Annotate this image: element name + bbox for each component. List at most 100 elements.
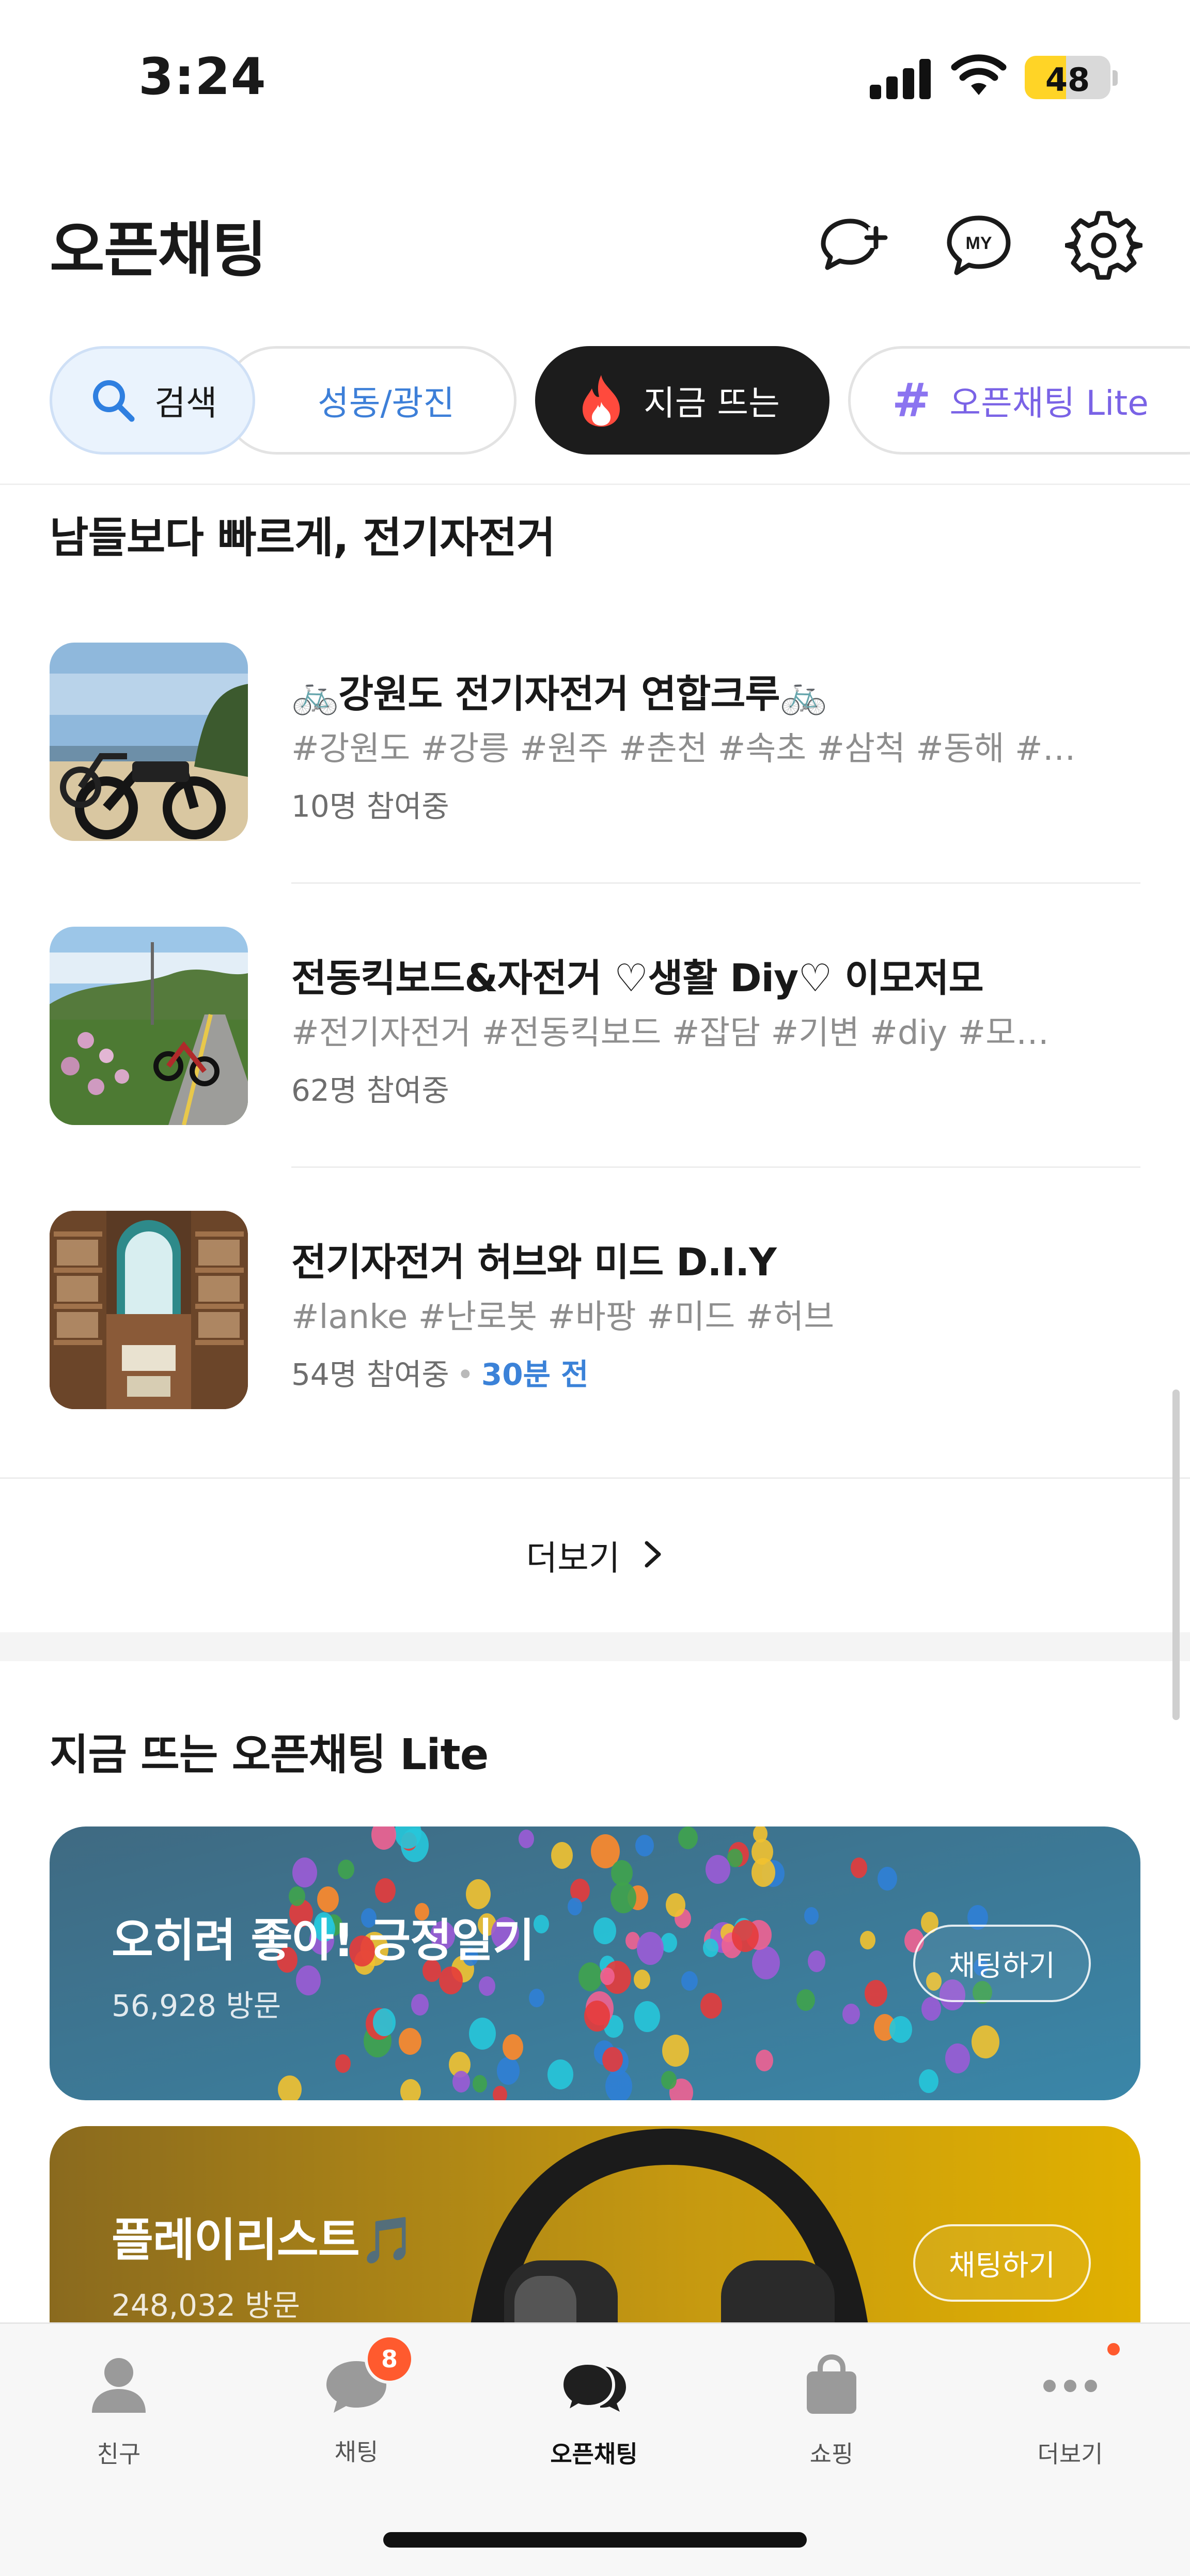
lite-card-visits: 56,928 방문 [112,1988,281,2023]
chip-search-label: 검색 [154,383,217,423]
chip-lite-label: 오픈채팅 Lite [949,383,1149,423]
balloon-decoration [700,1993,722,2019]
search-icon [93,380,135,422]
balloon-decoration [752,1946,780,1979]
balloon-decoration [534,1915,549,1933]
balloon-decoration [634,1970,650,1989]
new-openchat-icon[interactable] [813,207,890,284]
balloon-decoration [637,1932,664,1965]
balloon-decoration [860,1931,875,1949]
room-thumbnail [50,1211,248,1409]
fire-icon [583,375,620,427]
chip-search[interactable]: 검색 [50,346,255,455]
balloon-decoration [878,1867,897,1891]
room-thumbnail [50,927,248,1125]
room-tags: #전기자전거 #전동킥보드 #잡담 #기변 #diy #모… [291,1014,1049,1052]
balloon-decoration [661,2071,677,2089]
battery-icon: 48 [1025,56,1110,99]
balloon-decoration [756,2050,773,2071]
room-name: 🚲강원도 전기자전거 연합크루🚲 [291,672,827,716]
balloon-decoration [497,2057,520,2085]
tab-label: 쇼핑 [809,2440,854,2468]
balloon-decoration [662,2035,689,2067]
home-indicator[interactable] [383,2532,807,2548]
room-item[interactable]: 🚲강원도 전기자전거 연합크루🚲 #강원도 #강릉 #원주 #춘천 #속초 #삼… [50,643,1140,844]
svg-text:MY: MY [966,233,992,253]
room-thumbnail [50,643,248,841]
balloon-decoration [751,1858,775,1887]
balloon-decoration [292,1857,317,1887]
balloon-decoration [296,1965,321,1995]
lite-card-visits: 248,032 방문 [112,2288,301,2323]
battery-level: 48 [1045,61,1090,99]
balloon-decoration [551,1842,573,1869]
balloon-decoration [373,2008,396,2036]
balloon-decoration [851,1857,867,1878]
balloon-decoration [469,2018,496,2050]
balloon-decoration [568,1898,582,1915]
tab-friends[interactable]: 친구 [41,2349,196,2504]
balloon-decoration [375,1878,396,1903]
chip-region[interactable]: 성동/광진 [222,346,516,455]
lite-card-title: 오히려 좋아! 긍정일기 [112,1914,535,1967]
status-bar: 3:24 48 [0,0,1190,155]
balloon-decoration [602,2047,623,2072]
tab-openchat[interactable]: 오픈채팅 [516,2349,671,2504]
balloon-decoration [919,2069,938,2093]
balloon-decoration [439,1966,463,1994]
lite-card-title: 플레이리스트🎵 [112,2213,416,2267]
openchat-bubbles-icon [560,2361,626,2415]
tab-chats[interactable]: 8 채팅 [279,2334,434,2504]
chip-region-label: 성동/광진 [318,383,455,423]
balloon-decoration [635,1835,654,1856]
chip-openchat-lite[interactable]: # 오픈채팅 Lite [848,346,1190,455]
room-tags: #강원도 #강릉 #원주 #춘천 #속초 #삼척 #동해 #… [291,730,1076,768]
room-item[interactable]: 전기자전거 허브와 미드 D.I.Y #lanke #난로봇 #바팡 #미드 #… [50,1211,1140,1412]
balloon-decoration [945,2043,970,2073]
person-icon [92,2358,146,2413]
balloon-decoration [808,1950,825,1972]
balloon-decoration [796,1989,815,2011]
balloon-decoration [452,2071,470,2093]
balloon-decoration [578,1962,602,1991]
lite-card[interactable]: 오히려 좋아! 긍정일기 56,928 방문 채팅하기 [50,1826,1140,2100]
page-title: 오픈채팅 [50,215,267,285]
room-members: 10명 참여중 [291,789,449,824]
status-time: 3:24 [138,48,267,106]
balloon-decoration [529,1989,544,2007]
room-members: 54명 참여중 [291,1357,449,1392]
room-tags: #lanke #난로봇 #바팡 #미드 #허브 [291,1298,835,1336]
tab-shopping[interactable]: 쇼핑 [754,2349,909,2504]
balloon-decoration [479,1976,495,1996]
room-name: 전동킥보드&자전거 ♡생활 Diy♡ 이모저모 [291,956,984,1001]
balloon-decoration [338,1860,354,1879]
balloon-decoration [842,2004,860,2024]
chip-hot-now[interactable]: 지금 뜨는 [535,346,829,455]
balloon-decoration [889,2016,912,2043]
scrollbar[interactable] [1172,1390,1180,1720]
join-chat-button[interactable]: 채팅하기 [913,2224,1091,2302]
settings-gear-icon[interactable] [1065,207,1142,284]
shopping-bag-icon [807,2354,856,2414]
more-button-label: 더보기 [526,1538,620,1578]
room-members: 62명 참여중 [291,1073,449,1108]
tab-label: 더보기 [1037,2440,1103,2468]
balloon-decoration [335,2054,351,2073]
room-name: 전기자전거 허브와 미드 D.I.Y [291,1240,777,1285]
room-item[interactable]: 전동킥보드&자전거 ♡생활 Diy♡ 이모저모 #전기자전거 #전동킥보드 #잡… [50,927,1140,1128]
balloon-decoration [593,1917,616,1944]
balloon-decoration [411,1994,429,2016]
openchat-screen: 3:24 48 오픈채팅 MY 성동/광진 검색 지금 뜨는 # 오픈채팅 Li… [0,0,1190,2576]
my-profile-icon[interactable]: MY [940,207,1017,284]
tab-more[interactable]: 더보기 [993,2349,1148,2504]
balloon-decoration [732,1920,759,1952]
join-chat-button[interactable]: 채팅하기 [913,1925,1091,2002]
more-button[interactable]: 더보기 [0,1531,1190,1580]
room-last-active: 30분 전 [481,1357,589,1392]
room-meta: 10명 참여중 [291,782,449,825]
tab-label: 오픈채팅 [550,2440,638,2468]
more-row: 더보기 [0,1477,1190,1632]
balloon-decoration [584,2001,610,2032]
balloon-decoration [921,1997,941,2021]
room-meta: 54명 참여중 • 30분 전 [291,1357,589,1392]
